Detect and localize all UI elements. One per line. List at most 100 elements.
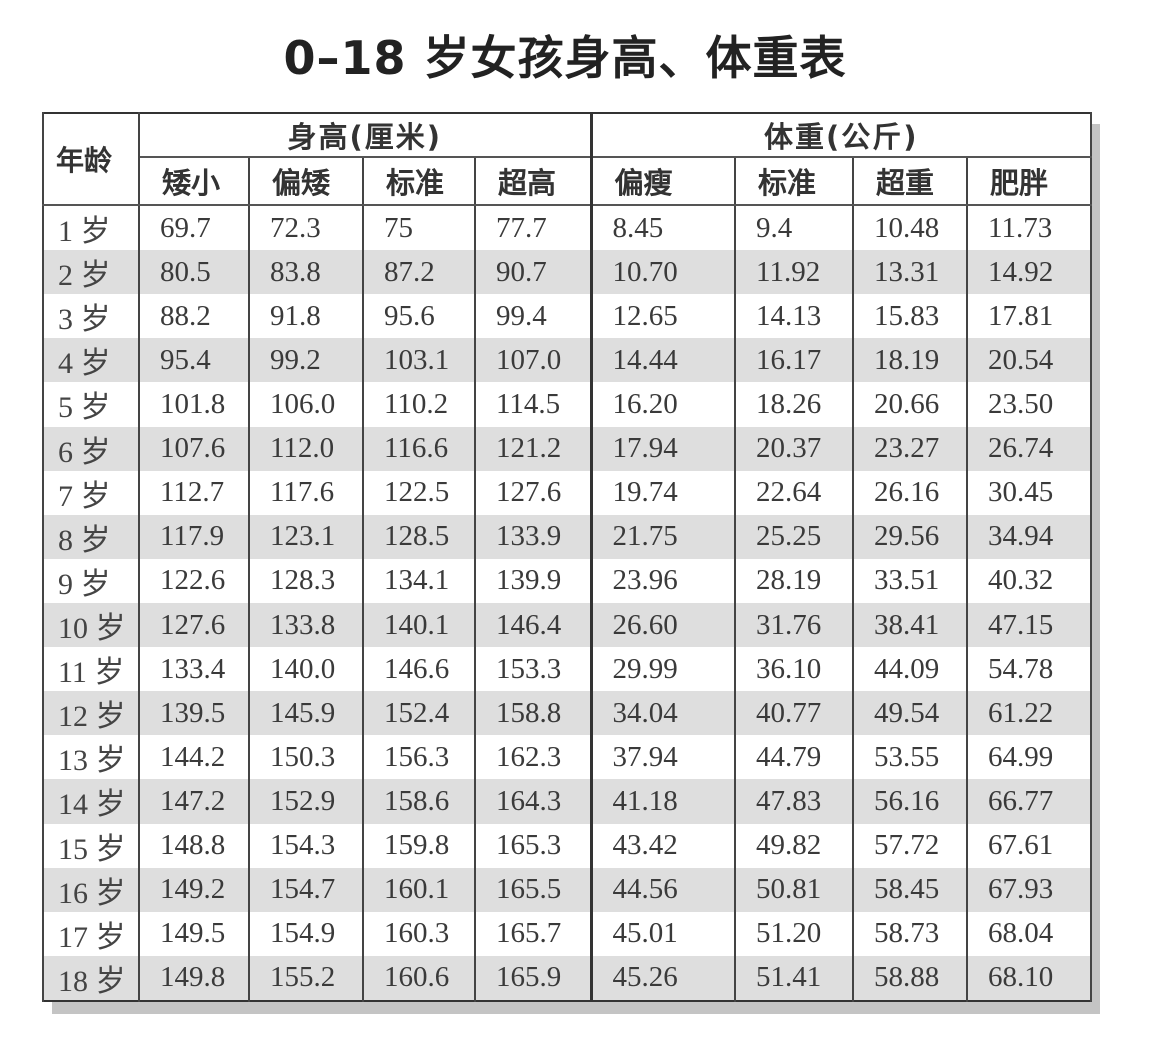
page-title: 0–18 岁女孩身高、体重表 bbox=[283, 31, 847, 85]
table-row: 7 岁 112.7 117.6 122.5 127.6 19.74 22.64 … bbox=[42, 470, 1093, 515]
table-cell: 64.99 bbox=[966, 735, 1093, 780]
table-cell: 122.6 bbox=[138, 558, 250, 603]
table-cell: 18.26 bbox=[734, 382, 855, 427]
table-cell: 158.8 bbox=[473, 691, 593, 736]
table-cell: 20.37 bbox=[734, 426, 855, 471]
table-cell: 45.01 bbox=[589, 911, 737, 956]
table-row: 9 岁 122.6 128.3 134.1 139.9 23.96 28.19 … bbox=[42, 558, 1093, 603]
height-group-header: 身高(厘米) bbox=[137, 113, 593, 158]
table-cell: 107.6 bbox=[138, 426, 250, 471]
table-cell: 9.4 bbox=[734, 205, 855, 251]
table-row: 17 岁 149.5 154.9 160.3 165.7 45.01 51.20… bbox=[42, 911, 1093, 956]
table-cell: 95.4 bbox=[138, 338, 250, 383]
table-cell: 160.1 bbox=[362, 867, 476, 912]
table-cell: 49.54 bbox=[852, 691, 969, 736]
table-row: 16 岁 149.2 154.7 160.1 165.5 44.56 50.81… bbox=[42, 867, 1093, 912]
table-cell: 134.1 bbox=[362, 558, 476, 603]
table-cell: 15.83 bbox=[852, 294, 969, 339]
table-cell: 149.8 bbox=[138, 955, 250, 1001]
age-cell: 12 岁 bbox=[42, 691, 140, 736]
table-cell: 165.3 bbox=[473, 823, 593, 868]
table-cell: 95.6 bbox=[362, 294, 476, 339]
table-cell: 80.5 bbox=[138, 250, 250, 295]
weight-group-header: 体重(公斤) bbox=[589, 113, 1093, 158]
table-cell: 83.8 bbox=[248, 250, 364, 295]
table-cell: 164.3 bbox=[473, 779, 593, 824]
age-cell: 16 岁 bbox=[42, 867, 140, 912]
table-cell: 26.16 bbox=[852, 470, 969, 515]
table-cell: 117.9 bbox=[138, 514, 250, 559]
table-cell: 26.74 bbox=[966, 426, 1093, 471]
table-cell: 66.77 bbox=[966, 779, 1093, 824]
table-cell: 44.56 bbox=[589, 867, 737, 912]
age-cell: 14 岁 bbox=[42, 779, 140, 824]
table-cell: 58.45 bbox=[852, 867, 969, 912]
table-cell: 114.5 bbox=[473, 382, 593, 427]
table-cell: 123.1 bbox=[248, 514, 364, 559]
table-cell: 10.70 bbox=[589, 250, 737, 295]
age-cell: 15 岁 bbox=[42, 823, 140, 868]
table-cell: 160.6 bbox=[362, 955, 476, 1001]
table-cell: 16.17 bbox=[734, 338, 855, 383]
table-body: 1 岁 69.7 72.3 75 77.7 8.45 9.4 10.48 11.… bbox=[42, 205, 1093, 1001]
table-cell: 146.4 bbox=[473, 602, 593, 648]
table-row: 4 岁 95.4 99.2 103.1 107.0 14.44 16.17 18… bbox=[42, 338, 1093, 383]
table-cell: 77.7 bbox=[473, 205, 593, 251]
age-cell: 18 岁 bbox=[42, 955, 140, 1001]
table-row: 18 岁 149.8 155.2 160.6 165.9 45.26 51.41… bbox=[42, 955, 1093, 1001]
table-cell: 49.82 bbox=[734, 823, 855, 868]
table-cell: 112.7 bbox=[138, 470, 250, 515]
table-cell: 153.3 bbox=[473, 647, 593, 692]
table-cell: 152.9 bbox=[248, 779, 364, 824]
table-cell: 67.93 bbox=[966, 867, 1093, 912]
table-cell: 37.94 bbox=[589, 735, 737, 780]
table-row: 5 岁 101.8 106.0 110.2 114.5 16.20 18.26 … bbox=[42, 382, 1093, 427]
table-row: 3 岁 88.2 91.8 95.6 99.4 12.65 14.13 15.8… bbox=[42, 294, 1093, 339]
table-cell: 12.65 bbox=[589, 294, 737, 339]
table-cell: 43.42 bbox=[589, 823, 737, 868]
table-cell: 103.1 bbox=[362, 338, 476, 383]
table-cell: 133.4 bbox=[138, 647, 250, 692]
table-cell: 23.96 bbox=[589, 558, 737, 603]
age-cell: 10 岁 bbox=[42, 602, 140, 648]
age-cell: 2 岁 bbox=[42, 250, 140, 295]
table-cell: 20.66 bbox=[852, 382, 969, 427]
table-cell: 112.0 bbox=[248, 426, 364, 471]
age-cell: 17 岁 bbox=[42, 911, 140, 956]
table-cell: 75 bbox=[362, 205, 476, 251]
table-cell: 25.25 bbox=[734, 514, 855, 559]
table-cell: 156.3 bbox=[362, 735, 476, 780]
table-cell: 158.6 bbox=[362, 779, 476, 824]
table-cell: 16.20 bbox=[589, 382, 737, 427]
table-cell: 121.2 bbox=[473, 426, 593, 471]
table-row: 14 岁 147.2 152.9 158.6 164.3 41.18 47.83… bbox=[42, 779, 1093, 824]
age-cell: 9 岁 bbox=[42, 558, 140, 603]
table-cell: 45.26 bbox=[589, 955, 737, 1001]
table-cell: 23.50 bbox=[966, 382, 1093, 427]
table-cell: 155.2 bbox=[248, 955, 364, 1001]
table-cell: 14.13 bbox=[734, 294, 855, 339]
table-cell: 165.5 bbox=[473, 867, 593, 912]
table-cell: 117.6 bbox=[248, 470, 364, 515]
table-cell: 56.16 bbox=[852, 779, 969, 824]
table-cell: 145.9 bbox=[248, 691, 364, 736]
table-cell: 13.31 bbox=[852, 250, 969, 295]
table-row: 1 岁 69.7 72.3 75 77.7 8.45 9.4 10.48 11.… bbox=[42, 205, 1093, 251]
age-cell: 13 岁 bbox=[42, 735, 140, 780]
age-cell: 7 岁 bbox=[42, 470, 140, 515]
table-cell: 36.10 bbox=[734, 647, 855, 692]
table-cell: 53.55 bbox=[852, 735, 969, 780]
age-cell: 1 岁 bbox=[42, 205, 140, 251]
table-cell: 19.74 bbox=[589, 470, 737, 515]
table-cell: 122.5 bbox=[362, 470, 476, 515]
table-cell: 51.20 bbox=[734, 911, 855, 956]
table-cell: 139.5 bbox=[138, 691, 250, 736]
table-cell: 30.45 bbox=[966, 470, 1093, 515]
table-row: 15 岁 148.8 154.3 159.8 165.3 43.42 49.82… bbox=[42, 823, 1093, 868]
table-cell: 144.2 bbox=[138, 735, 250, 780]
age-column-header: 年龄 bbox=[42, 113, 140, 206]
table-cell: 20.54 bbox=[966, 338, 1093, 383]
table-cell: 99.4 bbox=[473, 294, 593, 339]
table-cell: 110.2 bbox=[362, 382, 476, 427]
table-cell: 11.73 bbox=[966, 205, 1093, 251]
